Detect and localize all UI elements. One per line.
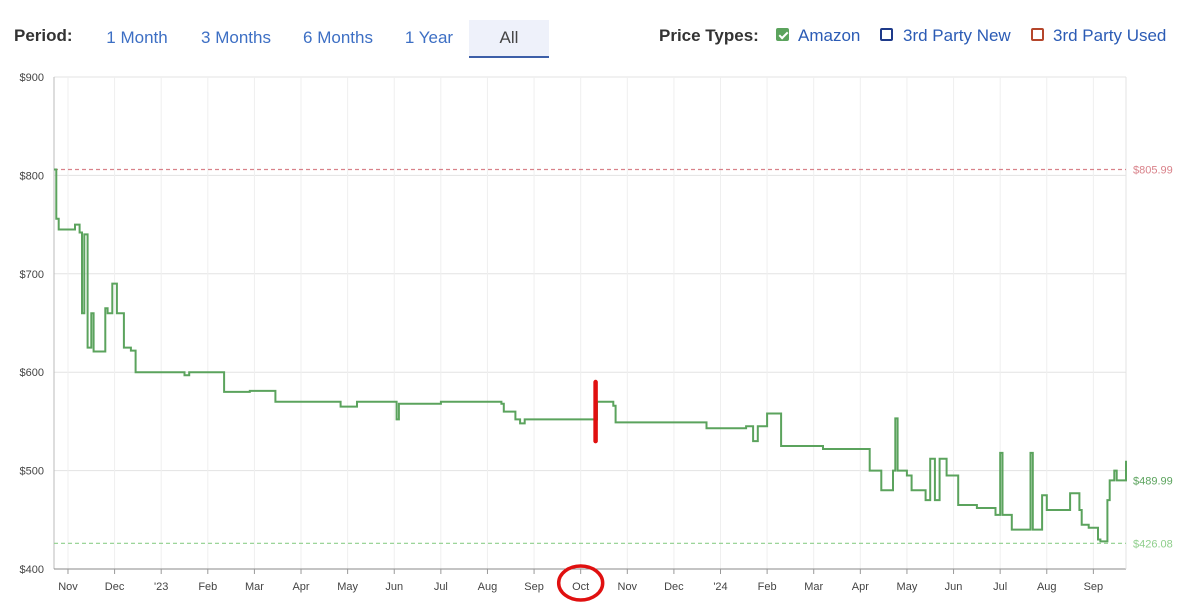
y-tick-label: $700	[20, 269, 44, 281]
x-tick-label: Sep	[524, 581, 544, 593]
x-axis: Nov Dec '23 Feb Mar Apr May Jun Jul Aug Sep Oct Nov D…	[58, 569, 1103, 593]
price-history-chart: $900 $800 $700 $600 $500 $400 Nov Dec '23 Feb Mar…	[20, 72, 1173, 602]
x-tick-label: May	[337, 581, 358, 593]
x-tick-label: Jun	[385, 581, 403, 593]
x-tick-label: Jun	[945, 581, 963, 593]
reference-line-label: $426.08	[1133, 538, 1173, 550]
current-price-label: $489.99	[1133, 475, 1173, 487]
x-tick-label: Feb	[198, 581, 217, 593]
x-tick-label: '24	[713, 581, 727, 593]
x-tick-label: Oct	[572, 581, 589, 593]
x-tick-label: '23	[154, 581, 168, 593]
x-tick-label: Dec	[105, 581, 125, 593]
x-tick-label: Nov	[618, 581, 638, 593]
x-tick-label: Mar	[804, 581, 823, 593]
x-tick-label: Nov	[58, 581, 78, 593]
y-tick-label: $500	[20, 466, 44, 478]
y-tick-label: $900	[20, 72, 44, 84]
x-tick-label: May	[897, 581, 918, 593]
y-tick-label: $800	[20, 170, 44, 182]
right-labels: $805.99 $426.08 $489.99	[1133, 165, 1173, 551]
x-tick-label: Jul	[434, 581, 448, 593]
y-tick-label: $600	[20, 367, 44, 379]
x-tick-label: Sep	[1084, 581, 1104, 593]
series-amazon-line	[54, 168, 1127, 543]
grid	[53, 76, 1127, 570]
y-axis: $900 $800 $700 $600 $500 $400	[20, 72, 44, 576]
x-tick-label: Apr	[292, 581, 309, 593]
x-tick-label: Feb	[758, 581, 777, 593]
series-layer	[54, 168, 1127, 543]
x-tick-label: Aug	[478, 581, 498, 593]
reference-line-label: $805.99	[1133, 165, 1173, 177]
x-tick-label: Apr	[852, 581, 869, 593]
x-tick-label: Jul	[993, 581, 1007, 593]
x-tick-label: Aug	[1037, 581, 1057, 593]
y-tick-label: $400	[20, 564, 44, 576]
x-tick-label: Dec	[664, 581, 684, 593]
reference-lines	[54, 168, 1126, 544]
x-tick-label: Mar	[245, 581, 264, 593]
